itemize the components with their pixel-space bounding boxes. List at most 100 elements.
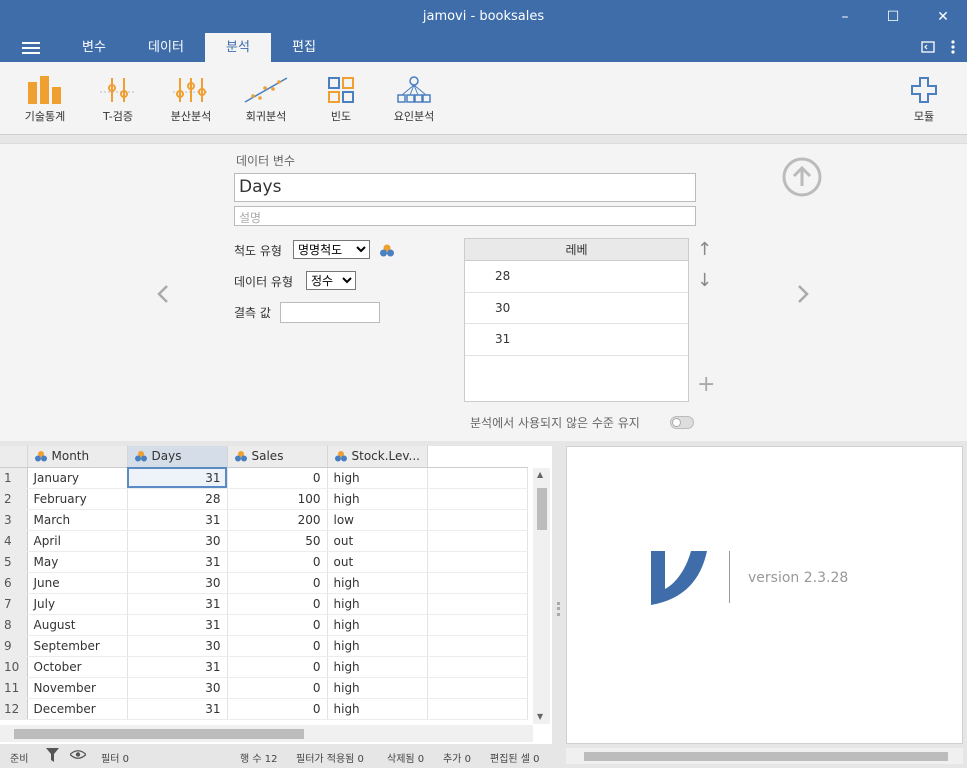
next-variable-icon[interactable] bbox=[795, 284, 811, 304]
cell-sales[interactable]: 50 bbox=[227, 530, 328, 552]
cell-days[interactable]: 31 bbox=[127, 467, 228, 489]
cell-days[interactable]: 30 bbox=[127, 572, 228, 594]
cell-empty[interactable] bbox=[427, 551, 528, 573]
cell-days[interactable]: 31 bbox=[127, 551, 228, 573]
anova-button[interactable]: 분산분석 bbox=[166, 76, 216, 124]
modules-button[interactable]: 모듈 bbox=[904, 76, 944, 124]
tab-data[interactable]: 데이터 bbox=[136, 33, 196, 62]
cell-empty[interactable] bbox=[427, 635, 528, 657]
close-button[interactable]: ✕ bbox=[919, 0, 967, 33]
cell-month[interactable]: January bbox=[27, 467, 128, 489]
cell-empty[interactable] bbox=[427, 509, 528, 531]
move-level-down-icon[interactable]: ↓ bbox=[697, 270, 712, 291]
cell-month[interactable]: February bbox=[27, 488, 128, 510]
cell-sales[interactable]: 0 bbox=[227, 635, 328, 657]
cell-stock-level[interactable]: high bbox=[327, 467, 428, 489]
regression-button[interactable]: 회귀분석 bbox=[240, 76, 292, 124]
cell-empty[interactable] bbox=[427, 698, 528, 720]
cell-month[interactable]: May bbox=[27, 551, 128, 573]
cell-month[interactable]: December bbox=[27, 698, 128, 720]
collapse-up-icon[interactable] bbox=[781, 156, 823, 198]
results-horizontal-scrollbar[interactable] bbox=[566, 748, 963, 764]
cell-month[interactable]: September bbox=[27, 635, 128, 657]
cell-stock-level[interactable]: high bbox=[327, 656, 428, 678]
scroll-up-icon[interactable]: ▲ bbox=[537, 470, 543, 479]
previous-variable-icon[interactable] bbox=[155, 284, 171, 304]
cell-days[interactable]: 28 bbox=[127, 488, 228, 510]
retain-unused-toggle[interactable] bbox=[670, 416, 694, 429]
horizontal-scroll-thumb[interactable] bbox=[14, 729, 304, 739]
cell-empty[interactable] bbox=[427, 530, 528, 552]
spreadsheet-vertical-scrollbar[interactable]: ▲ ▼ bbox=[533, 468, 550, 724]
cell-empty[interactable] bbox=[427, 467, 528, 489]
column-header-month[interactable]: Month bbox=[27, 446, 128, 468]
cell-empty[interactable] bbox=[427, 656, 528, 678]
cell-stock-level[interactable]: out bbox=[327, 551, 428, 573]
move-level-up-icon[interactable]: ↑ bbox=[697, 239, 712, 260]
cell-stock-level[interactable]: high bbox=[327, 593, 428, 615]
cell-sales[interactable]: 0 bbox=[227, 698, 328, 720]
cell-stock-level[interactable]: high bbox=[327, 572, 428, 594]
tab-edit[interactable]: 편집 bbox=[278, 33, 330, 62]
cell-month[interactable]: October bbox=[27, 656, 128, 678]
minimize-button[interactable]: – bbox=[821, 0, 869, 33]
column-header-sales[interactable]: Sales bbox=[227, 446, 328, 468]
frequencies-button[interactable]: 빈도 bbox=[323, 76, 359, 124]
level-item[interactable]: 31 bbox=[465, 324, 688, 356]
cell-empty[interactable] bbox=[427, 614, 528, 636]
cell-sales[interactable]: 0 bbox=[227, 551, 328, 573]
cell-month[interactable]: July bbox=[27, 593, 128, 615]
cell-sales[interactable]: 0 bbox=[227, 677, 328, 699]
level-item[interactable]: 30 bbox=[465, 293, 688, 324]
t-tests-button[interactable]: T-검증 bbox=[93, 76, 143, 124]
description-field[interactable]: 설명 bbox=[234, 206, 696, 226]
descriptives-button[interactable]: 기술통계 bbox=[20, 76, 70, 124]
cell-days[interactable]: 31 bbox=[127, 614, 228, 636]
cell-days[interactable]: 31 bbox=[127, 509, 228, 531]
factor-button[interactable]: 요인분석 bbox=[389, 76, 439, 124]
spreadsheet-horizontal-scrollbar[interactable] bbox=[0, 725, 533, 742]
cell-month[interactable]: March bbox=[27, 509, 128, 531]
mode-icon[interactable] bbox=[921, 40, 935, 54]
tab-analyses[interactable]: 분석 bbox=[205, 33, 271, 62]
results-scroll-thumb[interactable] bbox=[584, 752, 948, 761]
cell-empty[interactable] bbox=[427, 488, 528, 510]
cell-sales[interactable]: 0 bbox=[227, 572, 328, 594]
cell-stock-level[interactable]: high bbox=[327, 614, 428, 636]
cell-days[interactable]: 31 bbox=[127, 698, 228, 720]
panel-splitter[interactable] bbox=[552, 446, 566, 744]
cell-month[interactable]: April bbox=[27, 530, 128, 552]
eye-icon[interactable] bbox=[70, 749, 86, 760]
missing-values-field[interactable] bbox=[280, 302, 380, 323]
menu-icon[interactable] bbox=[22, 42, 40, 54]
cell-days[interactable]: 31 bbox=[127, 656, 228, 678]
cell-sales[interactable]: 100 bbox=[227, 488, 328, 510]
add-level-icon[interactable]: + bbox=[697, 372, 715, 397]
data-type-select[interactable]: 정수 bbox=[306, 271, 356, 290]
cell-empty[interactable] bbox=[427, 572, 528, 594]
cell-days[interactable]: 30 bbox=[127, 530, 228, 552]
level-item[interactable]: 28 bbox=[465, 261, 688, 293]
cell-month[interactable]: June bbox=[27, 572, 128, 594]
cell-days[interactable]: 31 bbox=[127, 593, 228, 615]
scroll-down-icon[interactable]: ▼ bbox=[537, 712, 543, 721]
more-options-icon[interactable] bbox=[951, 40, 955, 54]
cell-sales[interactable]: 0 bbox=[227, 593, 328, 615]
cell-stock-level[interactable]: high bbox=[327, 635, 428, 657]
vertical-scroll-thumb[interactable] bbox=[537, 488, 547, 530]
maximize-button[interactable]: ☐ bbox=[869, 0, 917, 33]
measure-type-select[interactable]: 명명척도 bbox=[293, 240, 370, 259]
cell-sales[interactable]: 0 bbox=[227, 614, 328, 636]
cell-stock-level[interactable]: high bbox=[327, 677, 428, 699]
cell-sales[interactable]: 0 bbox=[227, 467, 328, 489]
cell-empty[interactable] bbox=[427, 677, 528, 699]
cell-stock-level[interactable]: out bbox=[327, 530, 428, 552]
cell-days[interactable]: 30 bbox=[127, 635, 228, 657]
column-header-stock-levels[interactable]: Stock.Lev... bbox=[327, 446, 428, 468]
variable-name-field[interactable]: Days bbox=[234, 173, 696, 202]
cell-month[interactable]: August bbox=[27, 614, 128, 636]
tab-variables[interactable]: 변수 bbox=[68, 33, 120, 62]
cell-month[interactable]: November bbox=[27, 677, 128, 699]
column-header-days[interactable]: Days bbox=[127, 446, 228, 468]
cell-stock-level[interactable]: high bbox=[327, 698, 428, 720]
